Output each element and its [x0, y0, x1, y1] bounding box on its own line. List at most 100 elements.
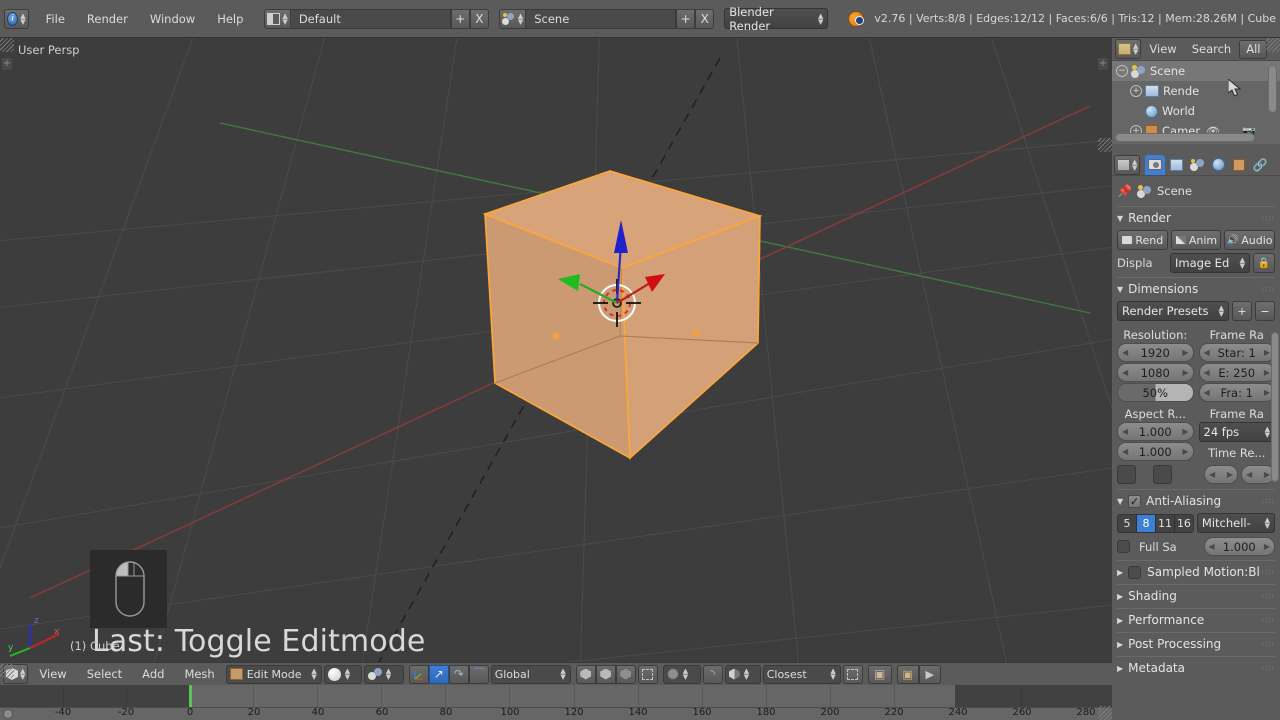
chevron-right-icon[interactable]: ▶: [1227, 470, 1233, 479]
menu-help[interactable]: Help: [206, 9, 254, 29]
aa-sample-11[interactable]: 11: [1155, 514, 1175, 532]
chevron-right-icon[interactable]: ▶: [1182, 368, 1188, 377]
info-editor-type-button[interactable]: i ▲ ▼: [4, 8, 29, 29]
viewport-menu-view[interactable]: View: [30, 664, 75, 684]
chevron-right-icon[interactable]: ▶: [1264, 470, 1270, 479]
transform-orientation-dropdown[interactable]: Global ▲ ▼: [490, 664, 571, 684]
render-preview-button[interactable]: ▣: [896, 664, 919, 684]
viewport-shading-dropdown[interactable]: ▲ ▼: [323, 664, 362, 684]
aa-filter-dropdown[interactable]: Mitchell- ▲ ▼: [1196, 513, 1275, 533]
panel-header-antialiasing[interactable]: ▼ ✓ Anti-Aliasing ::::: [1117, 489, 1275, 510]
chevron-right-icon[interactable]: ▶: [1182, 447, 1188, 456]
time-remap-old-field[interactable]: ◀ ▶: [1204, 465, 1238, 484]
properties-tab-constraints[interactable]: 🔗: [1250, 154, 1271, 175]
aa-sample-5[interactable]: 5: [1118, 514, 1137, 532]
add-scene-button[interactable]: +: [676, 8, 696, 29]
properties-tab-render-layers[interactable]: [1166, 154, 1187, 175]
add-screen-layout-button[interactable]: +: [450, 8, 470, 29]
properties-editor-type-button[interactable]: ▲ ▼: [1114, 154, 1141, 175]
aspect-x-field[interactable]: ◀ 1.000 ▶: [1117, 422, 1194, 441]
motion-blur-checkbox[interactable]: [1128, 565, 1142, 579]
occlude-geometry-button[interactable]: ▣: [867, 664, 892, 684]
display-lock-button[interactable]: 🔒: [1253, 253, 1275, 273]
manipulator-toggle-button[interactable]: [408, 664, 429, 684]
outliner-row-scene[interactable]: − Scene: [1112, 61, 1280, 81]
scene-browse-button[interactable]: ▲ ▼: [498, 8, 527, 29]
timeline-editor[interactable]: -40 -20 0 20 40 60 80 100 120 140 160 18…: [0, 685, 1112, 720]
collapse-icon[interactable]: −: [1116, 65, 1128, 77]
panel-header-metadata[interactable]: ▶ Metadata ::::: [1117, 656, 1275, 677]
face-select-button[interactable]: [615, 664, 636, 684]
aa-sample-8[interactable]: 8: [1136, 514, 1156, 532]
panel-header-dimensions[interactable]: ▼ Dimensions ::::: [1117, 277, 1275, 298]
crop-checkbox[interactable]: [1153, 465, 1172, 484]
outliner-menu-view[interactable]: View: [1142, 39, 1183, 59]
chevron-right-icon[interactable]: ▶: [1264, 368, 1270, 377]
full-sample-checkbox[interactable]: [1117, 540, 1130, 553]
aa-sample-16[interactable]: 16: [1174, 514, 1193, 532]
expand-icon[interactable]: +: [1130, 85, 1142, 97]
scale-manipulator-button[interactable]: ⏜: [468, 664, 489, 684]
vertex-select-button[interactable]: [575, 664, 596, 684]
delete-scene-button[interactable]: X: [695, 8, 715, 29]
properties-tab-render[interactable]: [1145, 154, 1166, 175]
edge-select-button[interactable]: [595, 664, 616, 684]
chevron-right-icon[interactable]: ▶: [1264, 388, 1270, 397]
properties-tab-world[interactable]: [1208, 154, 1229, 175]
delete-screen-layout-button[interactable]: X: [469, 8, 489, 29]
display-mode-dropdown[interactable]: Image Ed ▲ ▼: [1170, 253, 1250, 273]
outliner-row-renderlayers[interactable]: + Rende: [1112, 81, 1280, 101]
render-audio-button[interactable]: 🔊 Audio: [1224, 230, 1276, 250]
proportional-edit-button[interactable]: [842, 664, 863, 684]
panel-header-shading[interactable]: ▶ Shading ::::: [1117, 584, 1275, 605]
outliner-horizontal-scrollbar[interactable]: [1115, 133, 1255, 142]
aspect-y-field[interactable]: ◀ 1.000 ▶: [1117, 442, 1194, 461]
snap-toggle-button[interactable]: ◝: [702, 664, 723, 684]
scene-mode-dropdown[interactable]: ▲ ▼: [363, 664, 404, 684]
chevron-right-icon[interactable]: ▶: [1182, 348, 1188, 357]
antialiasing-checkbox[interactable]: ✓: [1128, 494, 1142, 508]
scene-name-field[interactable]: Scene: [526, 8, 677, 29]
border-checkbox[interactable]: [1117, 465, 1136, 484]
panel-header-render[interactable]: ▼ Render ::::: [1117, 206, 1275, 227]
panel-header-sampled-motion-blur[interactable]: ▶ Sampled Motion:Bl ::::: [1117, 560, 1275, 581]
frame-rate-dropdown[interactable]: 24 fps ▲ ▼: [1198, 422, 1275, 442]
outliner-menu-search[interactable]: Search: [1185, 39, 1239, 59]
frame-start-field[interactable]: ◀ Star: 1 ▶: [1198, 343, 1275, 362]
outliner-tree[interactable]: − Scene + Rende World + Camer 👁 📷: [1112, 61, 1280, 144]
time-remap-new-field[interactable]: ◀ ▶: [1241, 465, 1275, 484]
rotate-manipulator-button[interactable]: ↷: [448, 664, 469, 684]
limit-selection-button[interactable]: [637, 664, 658, 684]
opengl-render-animation-button[interactable]: ▶: [918, 664, 941, 684]
menu-render[interactable]: Render: [76, 9, 139, 29]
screen-layout-name-field[interactable]: Default: [290, 8, 451, 29]
frame-step-field[interactable]: ◀ Fra: 1 ▶: [1198, 383, 1275, 402]
outliner-row-world[interactable]: World: [1112, 101, 1280, 121]
outliner-vertical-scrollbar[interactable]: [1268, 65, 1277, 113]
interaction-mode-dropdown[interactable]: Edit Mode ▲ ▼: [225, 664, 322, 684]
timeline-scroll-knob[interactable]: [3, 709, 13, 719]
timeline-playhead[interactable]: [189, 685, 192, 707]
chevron-right-icon[interactable]: ▶: [1264, 542, 1270, 551]
viewport-menu-add[interactable]: Add: [133, 664, 173, 684]
outliner-editor-type-button[interactable]: ▲ ▼: [1115, 39, 1142, 59]
chevron-right-icon[interactable]: ▶: [1264, 348, 1270, 357]
render-animation-button[interactable]: Anim: [1170, 230, 1222, 250]
add-preset-button[interactable]: +: [1232, 301, 1252, 321]
screen-layout-browse-button[interactable]: ▲ ▼: [264, 8, 291, 29]
viewport-menu-select[interactable]: Select: [78, 664, 131, 684]
render-image-button[interactable]: Rend: [1117, 230, 1168, 250]
properties-region-expand-handle[interactable]: +: [1098, 58, 1108, 70]
aa-filter-size-field[interactable]: ◀ 1.000 ▶: [1203, 537, 1275, 556]
translate-manipulator-button[interactable]: ↗: [428, 664, 449, 684]
timeline-track[interactable]: [0, 685, 1112, 707]
render-preset-dropdown[interactable]: Render Presets ▲ ▼: [1117, 301, 1229, 321]
aa-samples-segmented[interactable]: 5 8 11 16: [1117, 513, 1194, 533]
panel-header-post-processing[interactable]: ▶ Post Processing ::::: [1117, 632, 1275, 653]
panel-header-performance[interactable]: ▶ Performance ::::: [1117, 608, 1275, 629]
render-engine-dropdown[interactable]: Blender Render ▲ ▼: [724, 5, 829, 33]
snap-target-dropdown[interactable]: Closest ▲ ▼: [762, 664, 841, 684]
menu-window[interactable]: Window: [139, 9, 206, 29]
viewport-menu-mesh[interactable]: Mesh: [175, 664, 223, 684]
resolution-x-field[interactable]: ◀ 1920 ▶: [1117, 343, 1194, 362]
